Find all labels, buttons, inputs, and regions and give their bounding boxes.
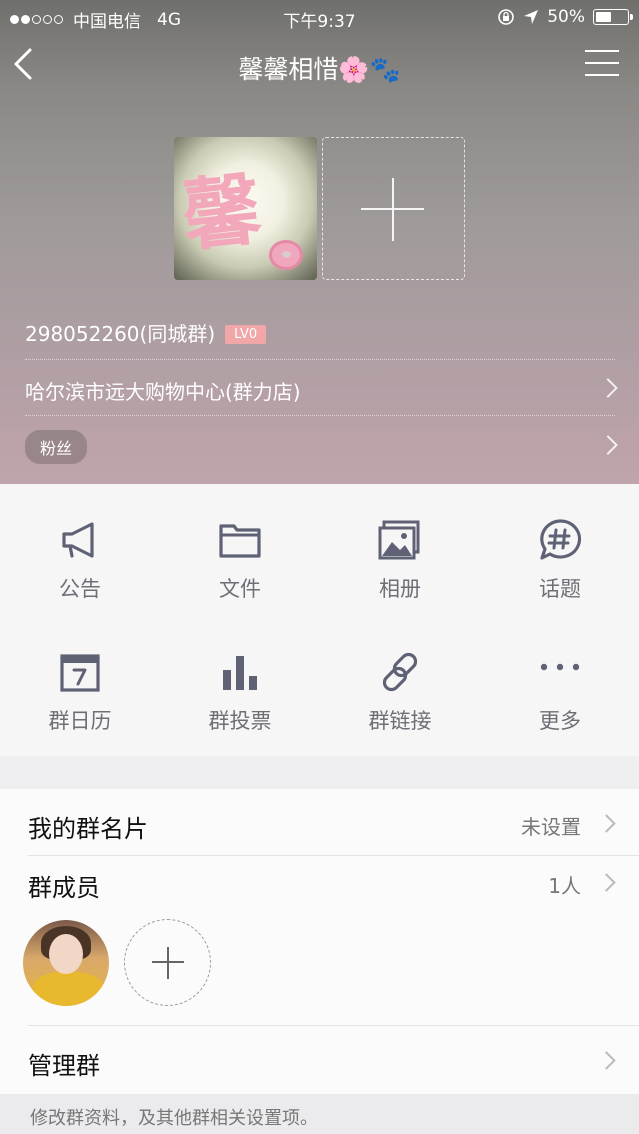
chevron-right-icon (597, 814, 616, 833)
feature-label: 群投票 (208, 709, 272, 733)
chevron-right-icon (598, 378, 618, 398)
group-tag-pill: 粉丝 (25, 430, 88, 464)
donut-sticker (269, 240, 303, 270)
group-name-title: 馨馨相惜🌸🐾 (238, 55, 401, 84)
chevron-right-icon (597, 1051, 616, 1070)
group-tag-row[interactable]: 粉丝 (25, 418, 618, 474)
feature-link[interactable]: 群链接 (320, 616, 480, 746)
manage-group-row[interactable]: 管理群 (0, 1026, 639, 1094)
status-bar: 中国电信 4G 下午9:37 50% (0, 0, 639, 36)
feature-label: 更多 (539, 709, 581, 733)
feature-label: 群日历 (48, 709, 112, 733)
chevron-right-icon (597, 873, 616, 892)
nav-bar: 馨馨相惜🌸🐾 (0, 36, 639, 96)
folder-icon (219, 524, 261, 558)
group-id: 298052260(同城群) (25, 322, 216, 346)
feature-calendar[interactable]: 群日历 (0, 616, 160, 746)
avatar-glyph-art: 馨 (178, 164, 266, 263)
add-group-photo-button[interactable] (322, 137, 465, 280)
rotation-lock-icon (498, 9, 515, 25)
megaphone-icon (62, 522, 94, 558)
group-location: 哈尔滨市远大购物中心(群力店) (25, 380, 301, 404)
my-group-card-row[interactable]: 我的群名片 未设置 (0, 789, 639, 855)
menu-icon[interactable] (585, 50, 619, 78)
feature-label: 文件 (219, 577, 261, 601)
row-value: 1人 (548, 874, 581, 898)
link-icon (382, 652, 418, 692)
member-avatar[interactable] (23, 920, 109, 1006)
level-badge: LV0 (225, 325, 267, 344)
feature-files[interactable]: 文件 (160, 484, 320, 614)
feature-topics[interactable]: 话题 (480, 484, 639, 614)
group-location-row[interactable]: 哈尔滨市远大购物中心(群力店) (25, 362, 618, 416)
topic-hashtag-icon (540, 519, 582, 560)
battery-percent: 50% (547, 7, 585, 27)
chevron-right-icon (598, 435, 618, 455)
feature-announcement[interactable]: 公告 (0, 484, 160, 614)
photo-album-icon (378, 520, 420, 560)
settings-list: 我的群名片 未设置 群成员 1人 管理群 (0, 789, 639, 1094)
feature-label: 相册 (379, 577, 421, 601)
footer-hint: 修改群资料，及其他群相关设置项。 (30, 1108, 318, 1129)
calendar-icon (60, 654, 100, 692)
group-avatar[interactable]: 馨 (174, 137, 317, 280)
row-value: 未设置 (521, 815, 581, 839)
row-title: 管理群 (28, 1052, 100, 1080)
battery-icon (593, 9, 633, 25)
footer-hint-bar: 修改群资料，及其他群相关设置项。 (0, 1094, 639, 1134)
row-title: 我的群名片 (28, 815, 148, 843)
feature-label: 公告 (59, 577, 101, 601)
location-arrow-icon (524, 10, 539, 24)
feature-vote[interactable]: 群投票 (160, 616, 320, 746)
vote-bars-icon (223, 656, 257, 690)
add-member-button[interactable] (124, 919, 211, 1006)
feature-more[interactable]: 更多 (480, 616, 639, 746)
feature-grid: 公告 文件 相册 话题 群日历 群投票 群链接 更多 (0, 484, 639, 756)
feature-label: 群链接 (368, 709, 432, 733)
more-dots-icon (540, 663, 580, 671)
group-id-row: 298052260(同城群) LV0 (25, 318, 615, 360)
feature-label: 话题 (539, 577, 581, 601)
feature-album[interactable]: 相册 (320, 484, 480, 614)
row-title: 群成员 (28, 874, 100, 902)
group-header: 中国电信 4G 下午9:37 50% 馨馨相惜🌸🐾 馨 298052260(同城… (0, 0, 639, 484)
